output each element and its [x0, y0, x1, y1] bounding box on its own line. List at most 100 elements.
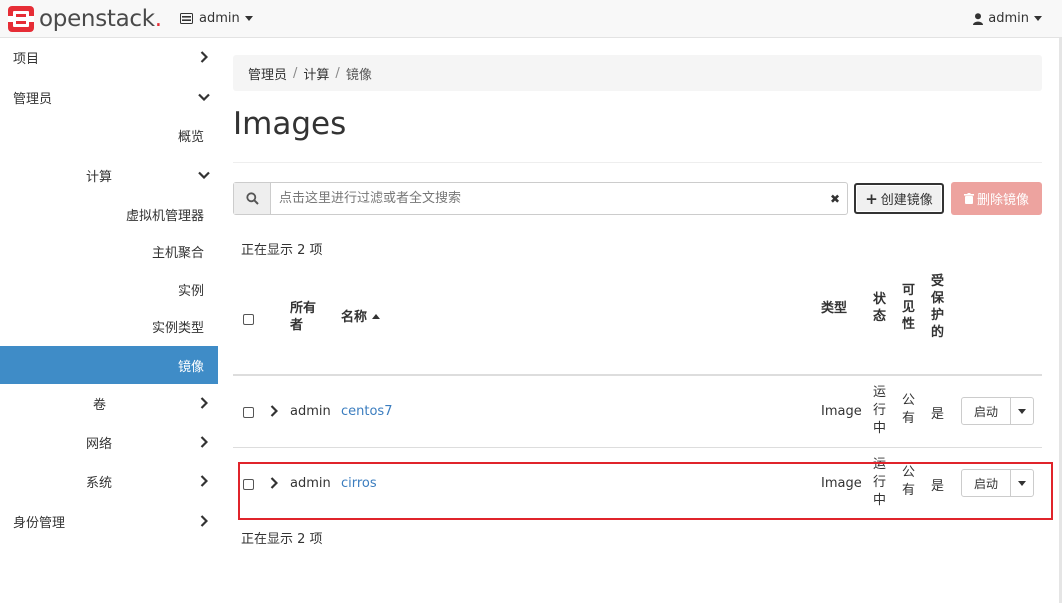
sidebar-item-label: 网络: [86, 436, 113, 452]
launch-button[interactable]: 启动: [962, 398, 1010, 424]
delete-images-button[interactable]: 删除镜像: [951, 182, 1042, 215]
sidebar-item-label: 管理员: [13, 91, 53, 107]
plus-icon: +: [865, 189, 878, 208]
close-icon[interactable]: ✖: [823, 183, 847, 214]
sidebar-item-label: 身份管理: [13, 515, 66, 531]
item-count: 正在显示 2 项: [241, 243, 323, 258]
sidebar-item-instances[interactable]: 实例: [0, 270, 218, 308]
sort-ascending-icon: [372, 314, 381, 319]
chevron-right-icon[interactable]: [267, 404, 281, 418]
project-dropdown[interactable]: admin: [180, 11, 253, 26]
type-cell: Image: [821, 404, 862, 419]
type-cell: Image: [821, 476, 862, 491]
sidebar-item-identity[interactable]: 身份管理: [0, 502, 218, 540]
search-input[interactable]: [271, 183, 823, 214]
caret-down-icon: [1034, 16, 1042, 21]
column-header-status[interactable]: 状态: [873, 291, 889, 325]
sidebar-item-label: 系统: [86, 475, 113, 491]
sidebar-item-label: 概览: [177, 129, 204, 145]
row-checkbox[interactable]: [243, 407, 254, 418]
column-header-name[interactable]: 名称: [341, 309, 381, 326]
breadcrumb: 管理员 / 计算 / 镜像: [233, 55, 1042, 91]
sidebar-item-label: 计算: [86, 169, 113, 185]
chevron-down-icon: [190, 78, 218, 116]
sidebar-item-label: 主机聚合: [151, 245, 204, 261]
chevron-down-icon: [190, 156, 218, 194]
column-header-type[interactable]: 类型: [821, 300, 847, 317]
breadcrumb-item-admin[interactable]: 管理员: [248, 64, 287, 83]
search-bar: ✖: [233, 182, 848, 215]
table-header: 所有者 名称 类型 状态 可见性 受保护的: [233, 262, 1042, 374]
top-navbar: openstack. admin admin: [0, 0, 1062, 38]
visibility-cell: 公有: [902, 465, 916, 498]
breadcrumb-separator: /: [335, 65, 340, 81]
chevron-right-icon: [190, 462, 218, 500]
sidebar-item-volumes[interactable]: 卷: [0, 384, 218, 422]
sidebar-item-label: 实例类型: [151, 320, 204, 336]
chevron-right-icon: [190, 502, 218, 540]
brand[interactable]: openstack.: [8, 5, 162, 33]
launch-button-group: 启动: [961, 469, 1034, 497]
table-row: admin cirros Image 运行中 公有 是 启动: [233, 448, 1042, 520]
openstack-logo-icon: [8, 6, 34, 32]
row-actions-dropdown[interactable]: [1010, 470, 1033, 496]
column-header-visibility[interactable]: 可见性: [902, 282, 918, 333]
sidebar-item-hypervisors[interactable]: 虚拟机管理器: [0, 195, 218, 233]
owner-cell: admin: [290, 404, 331, 419]
caret-down-icon: [1018, 408, 1026, 414]
create-image-label: 创建镜像: [880, 193, 933, 208]
sidebar-item-label: 卷: [93, 397, 107, 413]
sidebar-item-label: 项目: [13, 51, 40, 67]
brand-name: openstack.: [39, 6, 162, 32]
protected-cell: 是: [931, 479, 945, 494]
user-icon: [973, 12, 984, 25]
item-count-footer: 正在显示 2 项: [241, 532, 323, 547]
column-header-owner[interactable]: 所有者: [290, 300, 324, 334]
sidebar-item-label: 实例: [177, 283, 204, 299]
owner-cell: admin: [290, 476, 331, 491]
caret-down-icon: [1018, 480, 1026, 486]
select-all-checkbox[interactable]: [243, 314, 254, 325]
row-actions-dropdown[interactable]: [1010, 398, 1033, 424]
sidebar-item-system[interactable]: 系统: [0, 462, 218, 500]
caret-down-icon: [244, 16, 253, 21]
breadcrumb-item-compute[interactable]: 计算: [303, 64, 329, 83]
sidebar: 项目 管理员 概览 计算 虚拟机管理器 主机聚合 实例 实例类型 镜像 卷 网络…: [0, 38, 218, 603]
status-cell: 运行中: [873, 385, 887, 436]
launch-button[interactable]: 启动: [962, 470, 1010, 496]
chevron-right-icon: [190, 38, 218, 76]
user-dropdown[interactable]: admin: [973, 11, 1042, 26]
sidebar-item-project[interactable]: 项目: [0, 38, 218, 76]
divider: [233, 162, 1042, 163]
delete-images-label: 删除镜像: [976, 193, 1029, 208]
breadcrumb-item-images: 镜像: [345, 67, 372, 83]
trash-icon: [963, 193, 974, 204]
sidebar-item-label: 虚拟机管理器: [125, 208, 204, 224]
sidebar-item-label: 镜像: [177, 359, 204, 375]
image-name-link[interactable]: centos7: [341, 404, 392, 419]
image-name-link[interactable]: cirros: [341, 476, 377, 491]
sidebar-item-compute[interactable]: 计算: [0, 156, 218, 194]
user-label: admin: [988, 11, 1029, 26]
chevron-right-icon: [190, 423, 218, 461]
search-icon: [234, 183, 271, 214]
visibility-cell: 公有: [902, 393, 916, 426]
sidebar-item-images[interactable]: 镜像: [0, 346, 218, 384]
sidebar-item-admin[interactable]: 管理员: [0, 78, 218, 116]
launch-button-group: 启动: [961, 397, 1034, 425]
project-label: admin: [199, 11, 240, 26]
page-title: Images: [233, 106, 347, 142]
sidebar-item-network[interactable]: 网络: [0, 423, 218, 461]
chevron-right-icon: [190, 384, 218, 422]
table-row: admin centos7 Image 运行中 公有 是 启动: [233, 376, 1042, 448]
chevron-right-icon[interactable]: [267, 476, 281, 490]
server-stack-icon: [180, 13, 193, 24]
status-cell: 运行中: [873, 457, 887, 508]
create-image-button[interactable]: + 创建镜像: [854, 183, 944, 214]
sidebar-item-overview[interactable]: 概览: [0, 116, 218, 154]
row-checkbox[interactable]: [243, 479, 254, 490]
sidebar-item-host-aggregates[interactable]: 主机聚合: [0, 232, 218, 270]
column-header-protected[interactable]: 受保护的: [931, 273, 947, 341]
breadcrumb-separator: /: [293, 65, 298, 81]
sidebar-item-flavors[interactable]: 实例类型: [0, 307, 218, 345]
